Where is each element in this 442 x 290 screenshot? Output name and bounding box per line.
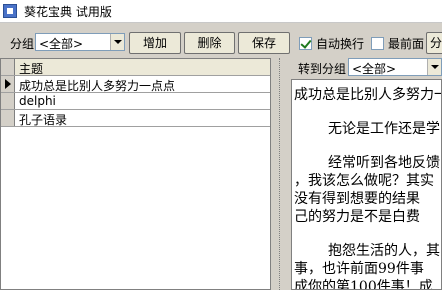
chevron-down-icon[interactable] — [110, 34, 124, 50]
window-title: 葵花宝典 试用版 — [24, 5, 112, 19]
grid-header[interactable]: 主题 — [1, 59, 270, 76]
group-select-value: <全部> — [39, 37, 84, 51]
content-line: 经常听到各地反馈 — [328, 155, 440, 171]
content-line: 成你的第100件事！成 — [294, 279, 433, 290]
table-row[interactable]: delphi — [1, 93, 270, 110]
content-line: 抱怨生活的人，其 — [328, 243, 440, 259]
save-button[interactable]: 保存 — [238, 32, 290, 54]
content-line: 没有得到想要的结果 — [294, 191, 420, 207]
move-to-group-value: <全部> — [352, 62, 397, 76]
content-pane: 转到分组 <全部> 成功总是比别人多努力一点点 无论是工作还是学习 经常听到各地… — [291, 58, 442, 290]
add-button[interactable]: 增加 — [129, 32, 181, 54]
table-row[interactable]: 孔子语录 — [1, 110, 270, 127]
auto-wrap-checkbox[interactable] — [299, 37, 312, 50]
content-editor[interactable]: 成功总是比别人多努力一点点 无论是工作还是学习 经常听到各地反馈 ，我该怎么做呢… — [291, 79, 442, 290]
content-line: ，我该怎么做呢？其实 — [294, 173, 434, 189]
topic-grid: 主题 成功总是比别人多努力一点点 delphi 孔子语录 — [0, 58, 271, 290]
table-row[interactable]: 成功总是比别人多努力一点点 — [1, 76, 270, 93]
content-line: 无论是工作还是学习 — [328, 121, 442, 137]
chevron-down-icon[interactable] — [427, 59, 441, 75]
move-to-group-select[interactable]: <全部> — [348, 58, 442, 76]
row-pointer-icon — [5, 79, 11, 89]
group-select[interactable]: <全部> — [35, 33, 125, 51]
toolbar: 分组 <全部> 增加 删除 保存 自动换行 最前面 分 — [0, 23, 442, 57]
topmost-label: 最前面 — [388, 37, 425, 51]
content-line: 事，也许前面99件事 — [294, 261, 424, 277]
title-bar: 葵花宝典 试用版 — [0, 0, 442, 23]
move-to-group-label: 转到分组 — [298, 62, 347, 76]
auto-wrap-label: 自动换行 — [316, 37, 365, 51]
app-icon — [3, 4, 17, 18]
group-label: 分组 — [10, 37, 35, 51]
topmost-checkbox[interactable] — [371, 37, 384, 50]
delete-button[interactable]: 删除 — [184, 32, 235, 54]
content-line: 成功总是比别人多努力一点点 — [294, 87, 441, 103]
content-line: 己的努力是不是白费 — [294, 209, 420, 225]
splitter[interactable] — [271, 58, 291, 290]
column-header-topic: 主题 — [19, 62, 44, 76]
partial-button[interactable]: 分 — [426, 32, 442, 54]
